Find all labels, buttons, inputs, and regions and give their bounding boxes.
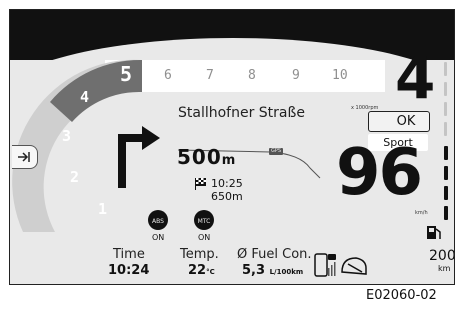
abs-label: ABS — [152, 218, 164, 225]
menu-tab[interactable] — [12, 145, 38, 169]
fuel-range-unit: km — [438, 264, 451, 273]
tft-display: ABS MTC 1 2 3 4 5 6 7 8 9 10 x 1000rpm 4… — [9, 9, 455, 285]
turn-right-arrow-icon — [118, 126, 160, 188]
arrival-time: 10:25 — [211, 177, 243, 190]
rpm-scale-number-2: 2 — [70, 168, 80, 186]
speed-value: 96 — [336, 136, 423, 210]
figure-caption: E02060-02 — [366, 288, 437, 303]
status-ok-box: OK — [368, 111, 430, 132]
temp-value: 22°C — [188, 263, 215, 278]
rpm-scale-number-10: 10 — [332, 68, 348, 83]
temp-label: Temp. — [180, 247, 219, 262]
fuel-consumption-number: 5,3 — [242, 263, 266, 278]
helmet-icon — [341, 257, 367, 275]
phone-signal-icon — [314, 253, 336, 277]
temp-unit: °C — [206, 268, 215, 276]
menu-arrow-icon — [18, 152, 30, 162]
abs-state: ON — [152, 233, 165, 242]
checkered-flag-icon — [195, 178, 206, 190]
turn-distance-value: 500 — [177, 145, 222, 169]
mtc-label: MTC — [198, 218, 211, 225]
speed-unit: km/h — [415, 210, 428, 216]
rpm-scale-number-9: 9 — [292, 68, 300, 83]
fuel-pump-icon — [427, 226, 441, 239]
fuel-consumption-label: Ø Fuel Con. — [237, 247, 312, 262]
rpm-scale-number-4: 4 — [80, 88, 90, 106]
street-name: Stallhofner Straße — [178, 105, 305, 121]
rpm-scale-number-1: 1 — [98, 200, 108, 218]
gps-badge: GPS — [269, 148, 283, 155]
fuel-consumption-unit: L/100km — [269, 268, 304, 276]
rpm-scale-number-8: 8 — [248, 68, 256, 83]
vertical-bars — [444, 62, 448, 220]
status-ok-label: OK — [396, 114, 416, 129]
remaining-distance: 650m — [211, 190, 243, 203]
rpm-scale-number-3: 3 — [62, 127, 72, 145]
mtc-state: ON — [198, 233, 211, 242]
time-value: 10:24 — [108, 263, 150, 278]
gear-indicator: 4 — [395, 44, 436, 112]
turn-distance-unit: m — [221, 153, 237, 168]
rpm-scale-number-5: 5 — [120, 62, 133, 86]
rpm-scale-number-7: 7 — [206, 68, 214, 83]
turn-distance: 500m — [177, 145, 236, 169]
time-label: Time — [113, 247, 145, 262]
temp-number: 22 — [188, 263, 207, 278]
fuel-consumption-value: 5,3 L/100km — [242, 263, 303, 278]
rpm-scale-number-6: 6 — [164, 68, 172, 83]
fuel-range-value: 200 — [429, 248, 455, 264]
